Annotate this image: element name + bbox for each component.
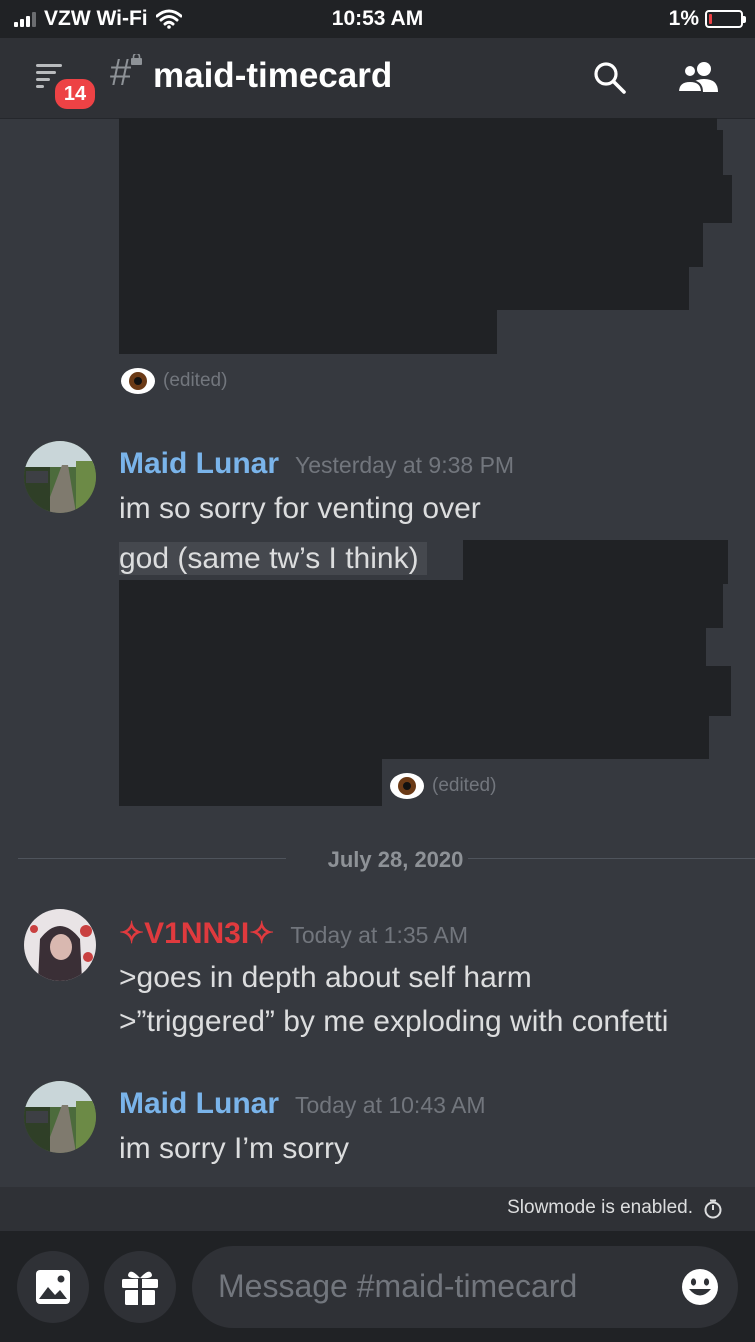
eye-emoji-icon [390,773,424,799]
channel-title: maid-timecard [153,56,393,95]
image-icon [36,1270,70,1304]
timestamp: Today at 10:43 AM [295,1092,486,1118]
attach-image-button[interactable] [17,1251,89,1323]
members-icon[interactable] [674,58,724,98]
redaction-block [463,540,728,584]
date-divider-label: July 28, 2020 [327,847,464,872]
unread-badge: 14 [52,76,98,112]
status-bar: VZW Wi-Fi 10:53 AM 1% [0,0,755,38]
message-line: >”triggered” by me exploding with confet… [119,1005,669,1038]
gift-icon [122,1271,158,1305]
redaction-block [119,666,731,716]
smiley-icon[interactable] [680,1267,720,1307]
channel-header: 14 # maid-timecard [0,38,755,118]
author-name[interactable]: Maid Lunar [119,1087,279,1121]
slowmode-bar: Slowmode is enabled. [0,1187,755,1231]
message-header: Maid Lunar Today at 10:43 AM [119,1087,486,1121]
author-name[interactable]: Maid Lunar [119,447,279,481]
date-divider: July 28, 2020 [18,847,755,872]
menu-icon[interactable]: 14 [36,64,98,112]
slowmode-label: Slowmode is enabled. [507,1197,693,1218]
hash-icon: # [110,52,132,94]
redaction-block [119,580,723,628]
lock-icon [131,54,142,65]
redaction-block [119,130,723,175]
message-line-text: god (same tw’s I think) [119,542,427,575]
battery-icon [705,10,746,28]
timer-icon [704,1199,722,1219]
message-line: >goes in depth about self harm [119,961,532,994]
redaction-block [119,267,689,310]
redaction-block [119,175,732,223]
edited-label: (edited) [432,775,497,796]
message-input[interactable]: Message #maid-timecard [192,1246,738,1328]
redaction-block [119,118,717,130]
message-line: im sorry I’m sorry [119,1132,349,1165]
gift-button[interactable] [104,1251,176,1323]
eye-emoji-icon [121,368,155,394]
avatar[interactable] [24,441,96,513]
eye-edited-row: (edited) [121,368,227,394]
redaction-block [119,223,703,267]
timestamp: Today at 1:35 AM [290,922,469,948]
status-right: 1% [668,7,746,31]
redaction-block [119,310,497,354]
clock: 10:53 AM [331,7,424,30]
author-name[interactable]: ✧V1NN3I✧ [119,916,274,951]
edited-label: (edited) [163,370,228,391]
message-line: god (same tw’s I think) [119,542,427,580]
redaction-block [119,716,709,759]
message-input-placeholder: Message #maid-timecard [218,1268,578,1304]
composer: Message #maid-timecard [0,1231,755,1342]
redaction-block [119,628,706,666]
eye-edited-row: (edited) [390,773,496,799]
redaction-block [119,759,382,806]
avatar[interactable] [24,909,96,981]
search-icon[interactable] [590,58,630,98]
message-header: Maid Lunar Yesterday at 9:38 PM [119,447,514,481]
message-header: ✧V1NN3I✧ Today at 1:35 AM [119,916,468,951]
timestamp: Yesterday at 9:38 PM [295,452,515,478]
message-line: im so sorry for venting over [119,492,481,525]
battery-percent: 1% [668,7,699,30]
avatar[interactable] [24,1081,96,1153]
